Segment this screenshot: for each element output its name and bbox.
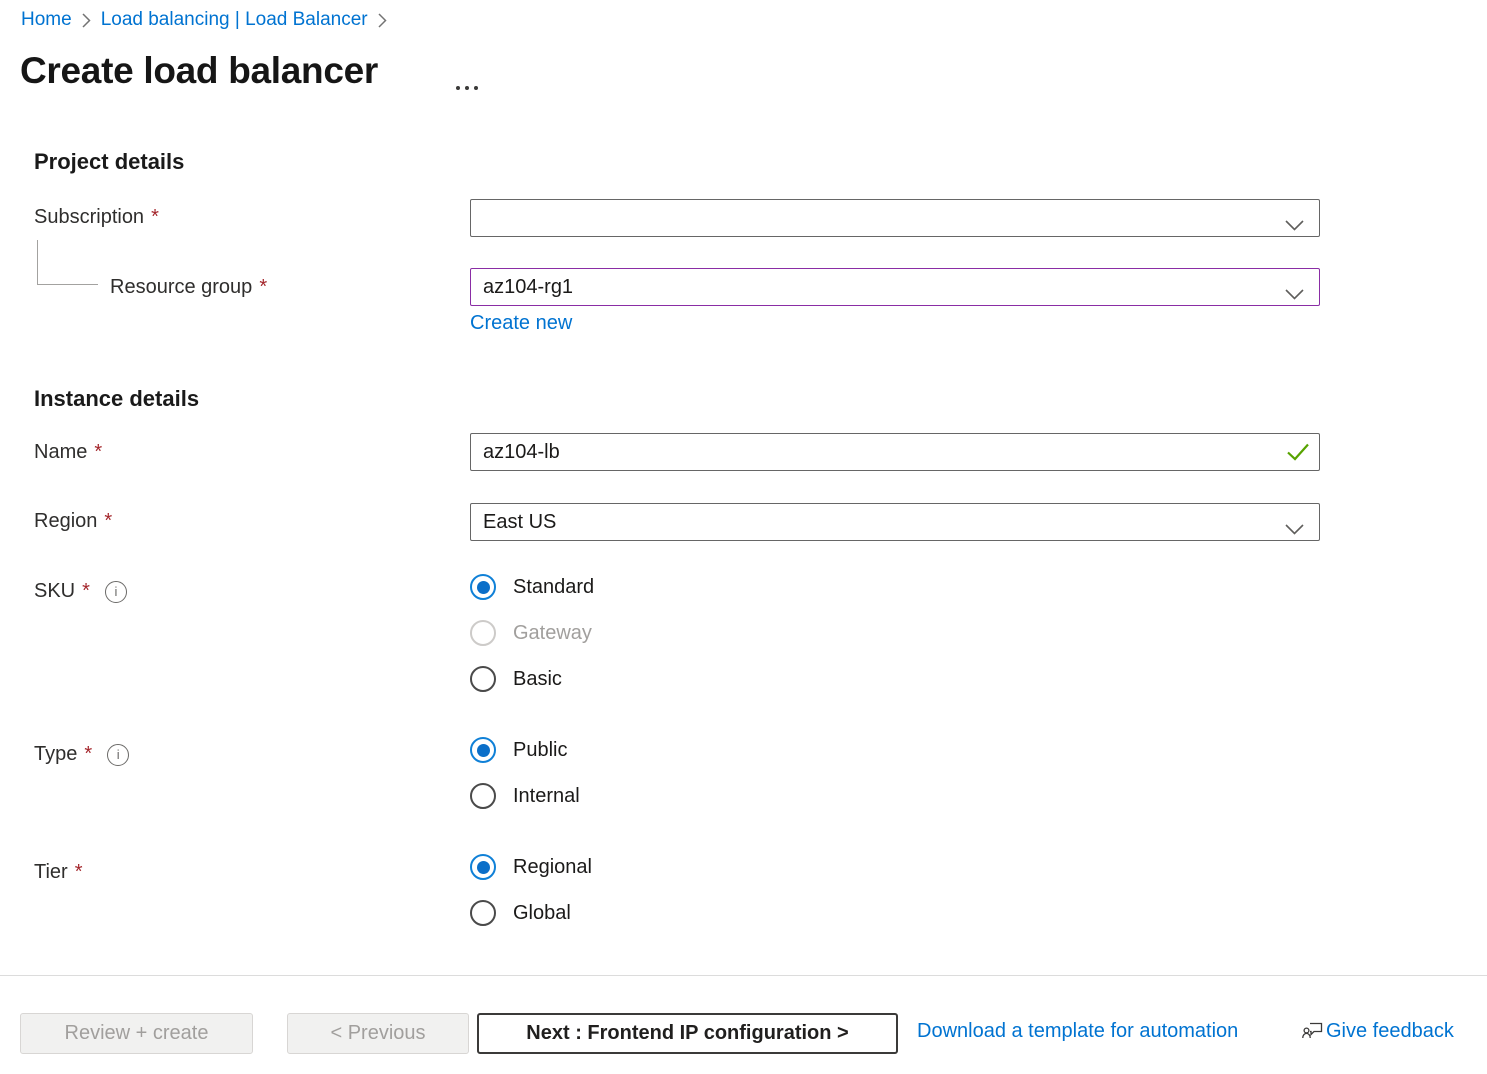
resource-group-label: Resource group* [110, 276, 267, 299]
breadcrumb: Home Load balancing | Load Balancer [21, 9, 387, 31]
required-asterisk: * [259, 276, 267, 299]
checkmark-icon [1286, 443, 1310, 466]
subscription-dropdown[interactable] [470, 199, 1320, 237]
tier-radio-group: Regional Global [470, 844, 592, 936]
create-load-balancer-page: Home Load balancing | Load Balancer Crea… [0, 0, 1487, 1074]
info-icon[interactable]: i [107, 744, 129, 766]
person-feedback-icon [1301, 1017, 1325, 1046]
chevron-right-icon [82, 13, 91, 28]
project-details-heading: Project details [34, 149, 184, 175]
sku-radio-group: Standard Gateway Basic [470, 564, 594, 702]
page-title: Create load balancer [20, 50, 378, 92]
chevron-down-icon [1285, 283, 1304, 306]
footer-action-bar: Review + create < Previous Next : Fronte… [0, 975, 1487, 1074]
sku-option-gateway: Gateway [470, 610, 594, 656]
required-asterisk: * [84, 743, 92, 766]
next-frontend-ip-configuration-button[interactable]: Next : Frontend IP configuration > [477, 1013, 898, 1054]
sku-option-standard[interactable]: Standard [470, 564, 594, 610]
required-asterisk: * [94, 441, 102, 464]
radio-icon [470, 783, 496, 809]
breadcrumb-link-load-balancing[interactable]: Load balancing | Load Balancer [101, 9, 368, 31]
create-new-link[interactable]: Create new [470, 312, 572, 335]
resource-group-dropdown[interactable]: az104-rg1 [470, 268, 1320, 306]
region-label: Region* [34, 510, 112, 533]
type-option-internal[interactable]: Internal [470, 773, 580, 819]
subscription-resource-group-connector [37, 240, 98, 285]
name-label: Name* [34, 441, 102, 464]
subscription-label: Subscription* [34, 206, 159, 229]
required-asterisk: * [82, 580, 90, 603]
name-input[interactable] [470, 433, 1320, 471]
tier-option-regional[interactable]: Regional [470, 844, 592, 890]
type-radio-group: Public Internal [470, 727, 580, 819]
required-asterisk: * [104, 510, 112, 533]
tier-option-global[interactable]: Global [470, 890, 592, 936]
sku-label: SKU* i [34, 580, 127, 603]
chevron-down-icon [1285, 518, 1304, 541]
previous-button: < Previous [287, 1013, 469, 1054]
radio-icon [470, 900, 496, 926]
region-value: East US [483, 511, 556, 534]
type-label: Type* i [34, 743, 129, 766]
radio-icon [470, 620, 496, 646]
chevron-right-icon [378, 13, 387, 28]
chevron-down-icon [1285, 214, 1304, 237]
info-icon[interactable]: i [105, 581, 127, 603]
required-asterisk: * [151, 206, 159, 229]
instance-details-heading: Instance details [34, 386, 199, 412]
required-asterisk: * [75, 861, 83, 884]
resource-group-value: az104-rg1 [483, 276, 573, 299]
breadcrumb-link-home[interactable]: Home [21, 9, 72, 31]
download-template-link[interactable]: Download a template for automation [917, 1020, 1238, 1043]
radio-icon [470, 574, 496, 600]
sku-option-basic[interactable]: Basic [470, 656, 594, 702]
tier-label: Tier* [34, 861, 83, 884]
radio-icon [470, 666, 496, 692]
type-option-public[interactable]: Public [470, 727, 580, 773]
region-dropdown[interactable]: East US [470, 503, 1320, 541]
radio-icon [470, 737, 496, 763]
give-feedback-link[interactable]: Give feedback [1301, 1017, 1454, 1046]
more-options-icon[interactable] [452, 82, 482, 94]
radio-icon [470, 854, 496, 880]
review-create-button: Review + create [20, 1013, 253, 1054]
